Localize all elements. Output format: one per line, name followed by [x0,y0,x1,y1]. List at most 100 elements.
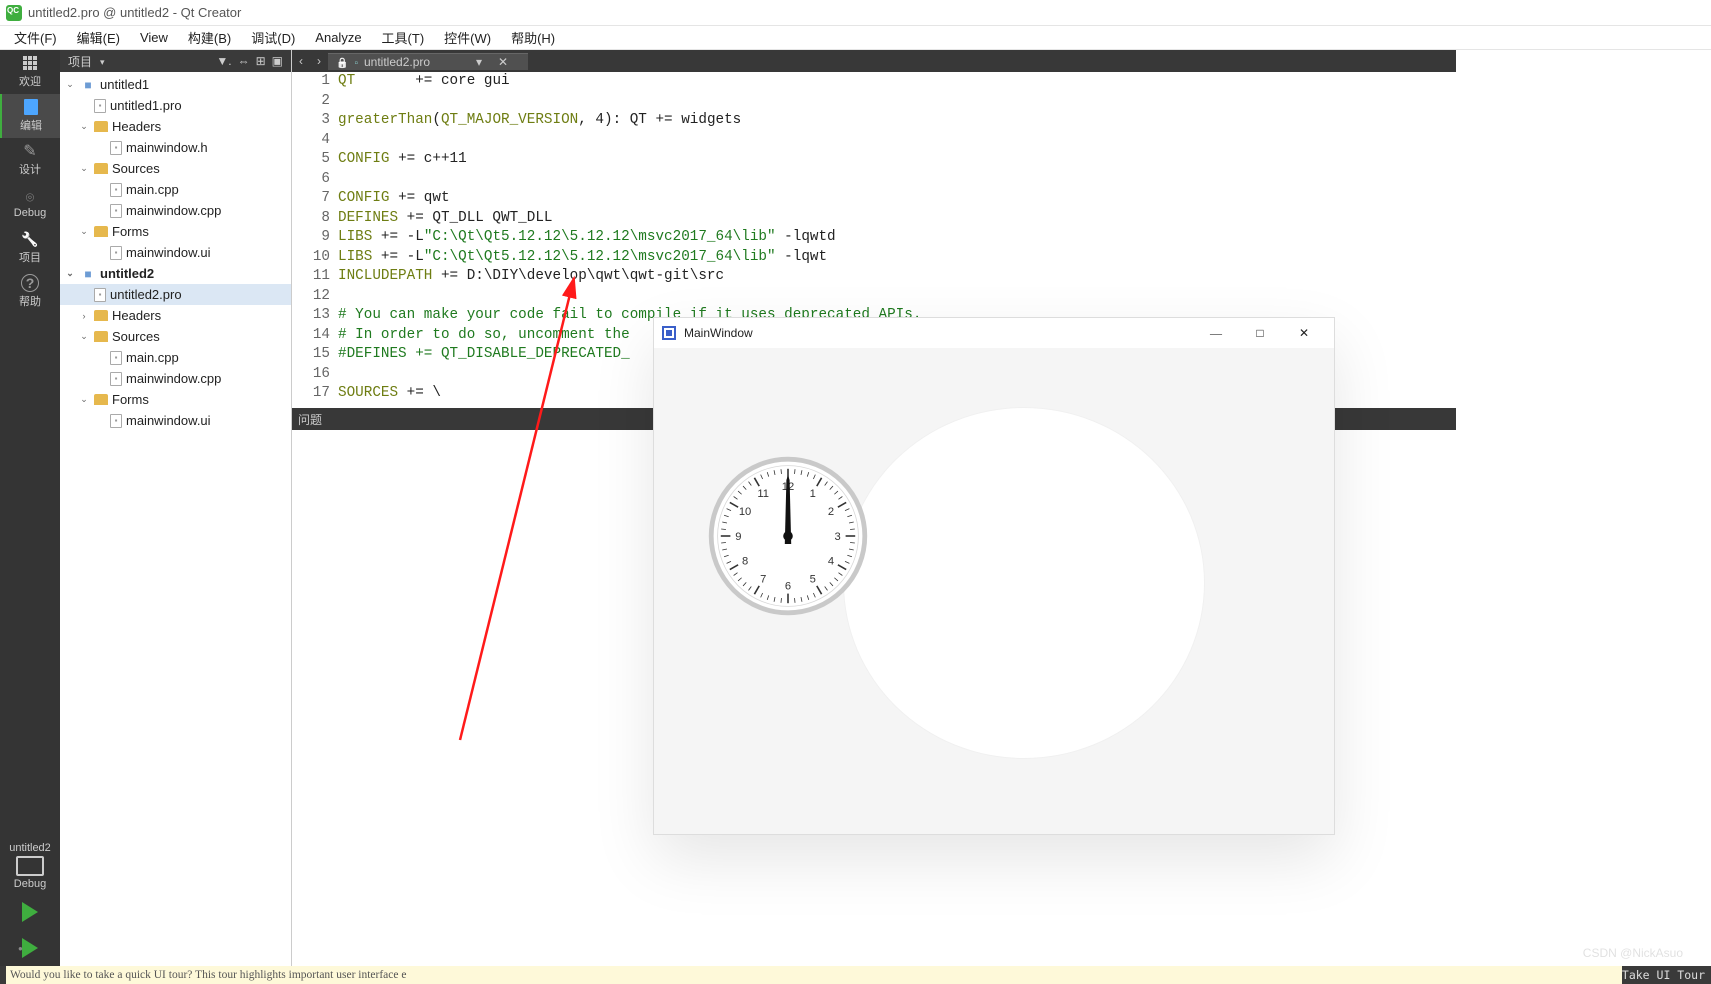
expand-toggle-icon[interactable] [78,121,90,132]
folder-icon [94,310,108,321]
tree-node[interactable]: untitled1 [60,74,291,95]
tree-node-label: main.cpp [126,350,179,365]
take-ui-tour-link[interactable]: Take UI Tour [1622,968,1705,982]
mode-label: 帮助 [19,293,41,309]
mode-edit[interactable]: 编辑 [0,94,60,138]
project-selector-label[interactable]: 项目 [68,53,92,70]
tree-node[interactable]: mainwindow.ui [60,242,291,263]
line-number-gutter: 1234567891011121314151617 [292,72,336,408]
mode-projects[interactable]: 项目 [0,226,60,270]
tree-node[interactable]: untitled1.pro [60,95,291,116]
tree-node[interactable]: untitled2 [60,263,291,284]
analog-clock-widget: 121234567891011 [708,456,868,616]
file-icon [110,372,122,386]
tree-node-label: mainwindow.cpp [126,203,221,218]
nav-fwd-button[interactable]: › [310,54,328,68]
issues-label[interactable]: 问题 [298,411,322,428]
grid-icon [21,55,39,71]
tree-node[interactable]: Sources [60,326,291,347]
project-tree-pane: 项目 ▼. ⇔ ⊞ ▣ untitled1untitled1.pro Header… [60,50,292,966]
run-target-project: untitled2 [9,842,51,854]
tree-node[interactable]: Headers [60,305,291,326]
close-split-icon[interactable]: ▣ [272,54,283,68]
tree-node[interactable]: Headers [60,116,291,137]
file-icon [110,414,122,428]
tree-node-label: main.cpp [126,182,179,197]
mode-welcome[interactable]: 欢迎 [0,50,60,94]
lock-icon [336,55,348,69]
minimize-button[interactable]: — [1194,318,1238,348]
menu-edit[interactable]: 编辑(E) [67,26,130,49]
expand-toggle-icon[interactable] [78,394,90,405]
blank-circle-widget [844,408,1204,758]
tree-node-label: mainwindow.ui [126,413,211,428]
file-icon [110,183,122,197]
run-debug-button[interactable] [0,930,60,966]
mode-help[interactable]: 帮助 [0,270,60,314]
menu-debug[interactable]: 调试(D) [241,26,305,49]
expand-toggle-icon[interactable] [64,79,76,90]
menu-view[interactable]: View [130,28,178,47]
project-icon [80,78,96,92]
file-icon [110,351,122,365]
mode-debug[interactable]: Debug [0,182,60,226]
menu-widgets[interactable]: 控件(W) [434,26,501,49]
tree-node[interactable]: mainwindow.cpp [60,368,291,389]
menu-file[interactable]: 文件(F) [4,26,67,49]
play-icon [22,902,38,922]
expand-toggle-icon[interactable] [78,331,90,342]
run-button[interactable] [0,894,60,930]
tree-node[interactable]: mainwindow.cpp [60,200,291,221]
svg-text:6: 6 [785,580,791,592]
file-icon [110,246,122,260]
mode-label: 设计 [19,161,41,177]
window-title: untitled2.pro @ untitled2 - Qt Creator [28,5,241,20]
mainwindow-titlebar[interactable]: MainWindow — □ ✕ [654,318,1334,348]
run-target-chooser[interactable]: untitled2 Debug [9,838,51,894]
tree-node-label: Headers [112,119,161,134]
svg-text:11: 11 [757,488,769,500]
chevron-down-icon[interactable] [98,54,105,68]
menu-analyze[interactable]: Analyze [305,28,371,47]
tree-node-label: Headers [112,308,161,323]
expand-toggle-icon[interactable] [78,311,90,321]
mainwindow-app: MainWindow — □ ✕ 121234567891011 [654,318,1334,834]
mode-label: 编辑 [20,117,42,133]
menu-build[interactable]: 构建(B) [178,26,241,49]
file-icon [110,204,122,218]
close-button[interactable]: ✕ [1282,318,1326,348]
svg-text:5: 5 [810,574,816,586]
statusbar: Would you like to take a quick UI tour? … [0,966,1711,984]
bug-icon [21,189,39,205]
expand-toggle-icon[interactable] [78,163,90,174]
menu-help[interactable]: 帮助(H) [501,26,565,49]
menu-tools[interactable]: 工具(T) [372,26,435,49]
help-icon [21,275,39,291]
tree-node[interactable]: Sources [60,158,291,179]
tree-node[interactable]: Forms [60,221,291,242]
tree-node-label: mainwindow.ui [126,245,211,260]
tree-node[interactable]: mainwindow.ui [60,410,291,431]
expand-toggle-icon[interactable] [64,268,76,279]
tree-node[interactable]: Forms [60,389,291,410]
add-split-icon[interactable]: ⊞ [256,54,266,68]
maximize-button[interactable]: □ [1238,318,1282,348]
expand-toggle-icon[interactable] [78,226,90,237]
folder-icon [94,331,108,342]
tree-node[interactable]: untitled2.pro [60,284,291,305]
tree-node[interactable]: main.cpp [60,347,291,368]
chevron-down-icon[interactable]: ▾ [476,55,482,69]
app-icon [662,326,676,340]
mode-design[interactable]: 设计 [0,138,60,182]
close-tab-button[interactable]: ✕ [498,55,508,69]
tree-node[interactable]: mainwindow.h [60,137,291,158]
project-tree[interactable]: untitled1untitled1.pro Headers mainwindow.… [60,72,291,966]
filter-icon[interactable]: ▼. [216,54,231,68]
editor-tab[interactable]: untitled2.pro ▾ ✕ [328,53,528,70]
link-icon[interactable]: ⇔ [238,54,250,68]
nav-back-button[interactable]: ‹ [292,54,310,68]
document-icon [22,99,40,115]
svg-text:10: 10 [739,506,751,518]
tree-node[interactable]: main.cpp [60,179,291,200]
tree-node-label: mainwindow.cpp [126,371,221,386]
